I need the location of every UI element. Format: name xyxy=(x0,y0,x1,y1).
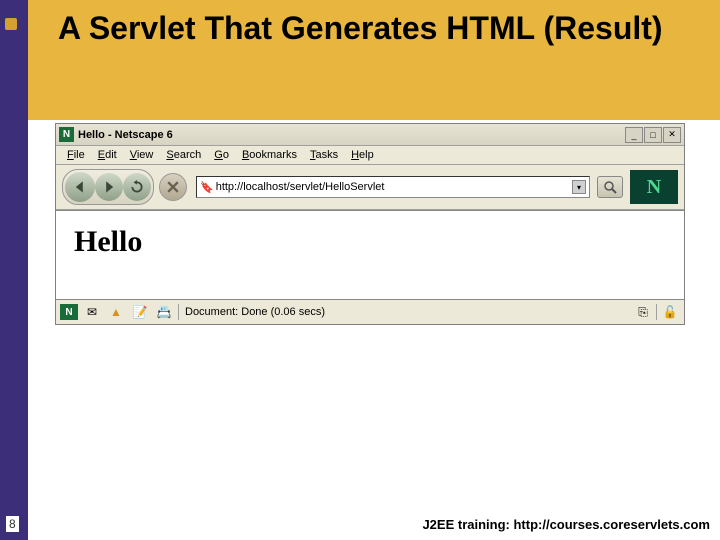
menubar: File Edit View Search Go Bookmarks Tasks… xyxy=(56,146,684,165)
titlebar: N Hello - Netscape 6 _ □ ✕ xyxy=(56,124,684,146)
page-number: 8 xyxy=(6,516,19,532)
netscape-icon: N xyxy=(59,127,74,142)
throbber-logo: N xyxy=(630,170,678,204)
security-lock-icon[interactable]: 🔓 xyxy=(660,303,680,321)
mail-icon[interactable]: ✉ xyxy=(82,303,102,321)
menu-file[interactable]: File xyxy=(62,148,90,162)
menu-edit[interactable]: Edit xyxy=(93,148,122,162)
status-text: Document: Done (0.06 secs) xyxy=(178,304,629,320)
slide-left-strip xyxy=(0,0,28,540)
url-text: http://localhost/servlet/HelloServlet xyxy=(216,181,572,193)
back-icon xyxy=(73,180,87,194)
slide-header: A Servlet That Generates HTML (Result) xyxy=(28,0,720,120)
search-button[interactable] xyxy=(597,176,623,198)
aim-icon[interactable]: ▲ xyxy=(106,303,126,321)
toolbar: 🔖 http://localhost/servlet/HelloServlet … xyxy=(56,165,684,210)
reload-icon xyxy=(130,180,144,194)
page-heading: Hello xyxy=(74,225,666,259)
menu-search[interactable]: Search xyxy=(161,148,206,162)
forward-button[interactable] xyxy=(95,173,123,201)
menu-go[interactable]: Go xyxy=(209,148,234,162)
menu-bookmarks[interactable]: Bookmarks xyxy=(237,148,302,162)
status-right: ⎘ 🔓 xyxy=(633,303,680,321)
menu-help[interactable]: Help xyxy=(346,148,379,162)
window-buttons: _ □ ✕ xyxy=(625,127,681,143)
url-dropdown-button[interactable]: ▾ xyxy=(572,180,586,194)
bookmark-icon: 🔖 xyxy=(200,181,214,194)
url-bar[interactable]: 🔖 http://localhost/servlet/HelloServlet … xyxy=(196,176,590,198)
maximize-button[interactable]: □ xyxy=(644,127,662,143)
addressbook-icon[interactable]: 📇 xyxy=(154,303,174,321)
composer-icon[interactable]: 📝 xyxy=(130,303,150,321)
browser-window: N Hello - Netscape 6 _ □ ✕ File Edit Vie… xyxy=(55,123,685,325)
menu-tasks[interactable]: Tasks xyxy=(305,148,343,162)
reload-button[interactable] xyxy=(123,173,151,201)
minimize-button[interactable]: _ xyxy=(625,127,643,143)
slide-title: A Servlet That Generates HTML (Result) xyxy=(58,10,720,47)
forward-icon xyxy=(102,180,116,194)
slide-footer: J2EE training: http://courses.coreservle… xyxy=(422,517,710,532)
online-icon[interactable]: ⎘ xyxy=(633,303,653,321)
nav-group xyxy=(62,169,154,205)
status-netscape-icon[interactable]: N xyxy=(60,304,78,320)
stop-button[interactable] xyxy=(159,173,187,201)
menu-view[interactable]: View xyxy=(125,148,159,162)
window-title: Hello - Netscape 6 xyxy=(78,129,625,141)
page-content: Hello xyxy=(56,210,684,300)
search-icon xyxy=(603,180,617,194)
status-separator xyxy=(656,304,657,320)
stop-icon xyxy=(167,181,179,193)
close-button[interactable]: ✕ xyxy=(663,127,681,143)
statusbar: N ✉ ▲ 📝 📇 Document: Done (0.06 secs) ⎘ 🔓 xyxy=(56,300,684,324)
back-button[interactable] xyxy=(65,172,95,202)
